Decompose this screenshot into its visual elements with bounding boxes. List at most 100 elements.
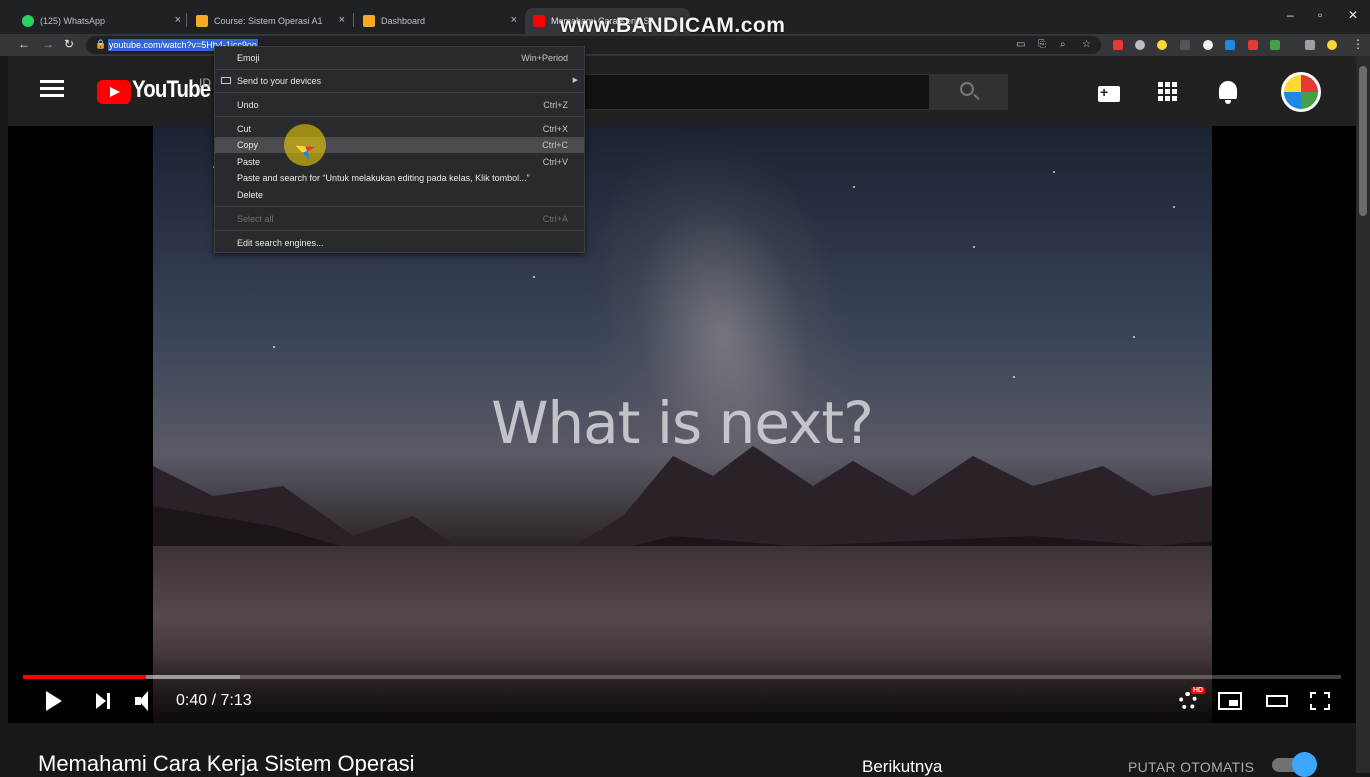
next-video-icon[interactable] <box>96 693 112 709</box>
menu-item-label: Paste <box>237 157 261 167</box>
scrollbar-thumb[interactable] <box>1359 66 1367 216</box>
menu-item-shortcut: Ctrl+X <box>542 124 568 134</box>
tab-title: (125) WhatsApp <box>40 16 106 26</box>
moodle-icon <box>363 15 375 27</box>
video-player[interactable]: What is next? 0:40 / 7:13 HD <box>8 126 1356 723</box>
time-display: 0:40 / 7:13 <box>176 692 252 709</box>
notifications-bell-icon[interactable] <box>1219 81 1237 104</box>
profile-icon[interactable] <box>1327 40 1337 50</box>
browser-toolbar: ← → ↻ 🔒 youtube.com/watch?v=5Hb4-1jcc9oo… <box>0 34 1370 56</box>
menu-item-send-to-devices[interactable]: Send to your devices ▶ <box>215 73 584 89</box>
menu-item-cut[interactable]: Cut Ctrl+X <box>215 121 584 137</box>
search-icon <box>960 82 974 96</box>
page-scrollbar[interactable] <box>1356 56 1370 773</box>
miniplayer-icon[interactable] <box>1218 692 1242 710</box>
extension-icon[interactable] <box>1180 40 1190 50</box>
bookmark-star-icon[interactable]: ☆ <box>1082 39 1091 50</box>
submenu-arrow-icon: ▶ <box>572 77 578 84</box>
up-next-label: Berikutnya <box>862 757 943 776</box>
tab-title: Dashboard <box>381 16 426 26</box>
reading-list-icon[interactable] <box>1305 40 1315 50</box>
settings-gear-icon[interactable] <box>1179 692 1197 710</box>
moodle-icon <box>196 15 208 27</box>
country-code: ID <box>199 76 211 90</box>
play-icon[interactable] <box>46 691 62 711</box>
autoplay-toggle-knob[interactable] <box>1292 752 1317 777</box>
send-to-devices-icon <box>221 77 231 84</box>
progress-bar[interactable] <box>23 675 1341 679</box>
menu-item-undo[interactable]: Undo Ctrl+Z <box>215 97 584 113</box>
menu-item-paste-and-search[interactable]: Paste and search for “Untuk melakukan ed… <box>215 170 584 186</box>
extension-icon[interactable] <box>1113 40 1123 50</box>
close-icon[interactable]: × <box>511 14 517 26</box>
youtube-masthead: YouTube ID <box>8 56 1356 126</box>
tab-whatsapp[interactable]: (125) WhatsApp × <box>14 8 189 34</box>
restore-button[interactable]: ▫ <box>1318 8 1322 22</box>
whatsapp-icon <box>22 15 34 27</box>
controls-gradient <box>8 656 1356 723</box>
extension-icon[interactable] <box>1157 40 1167 50</box>
fullscreen-icon[interactable] <box>1310 692 1330 710</box>
menu-separator <box>215 116 584 117</box>
close-icon[interactable]: × <box>339 14 345 26</box>
extension-icon[interactable] <box>1225 40 1235 50</box>
progress-played <box>23 675 147 679</box>
menu-separator <box>215 230 584 231</box>
hamburger-menu-icon[interactable] <box>40 80 64 98</box>
extension-icon[interactable] <box>1270 40 1280 50</box>
youtube-logo-icon[interactable] <box>97 80 131 104</box>
tab-dashboard[interactable]: Dashboard × <box>355 8 525 34</box>
extension-icon[interactable] <box>1135 40 1145 50</box>
hd-badge: HD <box>1191 687 1206 694</box>
close-window-button[interactable]: ✕ <box>1348 8 1358 22</box>
tab-separator <box>353 13 354 27</box>
menu-item-shortcut: Ctrl+V <box>542 157 568 167</box>
menu-kebab-icon[interactable]: ⋮ <box>1352 37 1364 51</box>
tab-title: Course: Sistem Operasi A1 <box>214 16 323 26</box>
extension-icon[interactable] <box>1203 40 1213 50</box>
video-title: Memahami Cara Kerja Sistem Operasi <box>38 751 415 776</box>
cast-icon[interactable]: ▭ <box>1016 39 1025 50</box>
menu-item-emoji[interactable]: Emoji Win+Period <box>215 50 584 66</box>
search-input[interactable] <box>580 74 930 110</box>
context-menu: Emoji Win+Period Send to your devices ▶ … <box>214 46 585 253</box>
menu-item-label: Undo <box>237 100 259 110</box>
apps-grid-icon[interactable] <box>1158 82 1178 102</box>
create-video-icon[interactable] <box>1098 84 1120 102</box>
menu-item-copy[interactable]: Copy Ctrl+C <box>215 137 584 153</box>
minimize-button[interactable]: – <box>1287 8 1294 22</box>
menu-item-select-all: Select all Ctrl+A <box>215 211 584 227</box>
avatar[interactable] <box>1281 72 1321 112</box>
menu-separator <box>215 92 584 93</box>
theater-mode-icon[interactable] <box>1266 695 1288 707</box>
back-arrow-icon[interactable]: ← <box>18 37 30 51</box>
menu-item-label: Cut <box>237 124 252 134</box>
menu-item-label: Select all <box>237 214 274 224</box>
cursor-highlight <box>284 124 326 166</box>
menu-item-label: Delete <box>237 190 264 200</box>
menu-separator <box>215 206 584 207</box>
tab-course[interactable]: Course: Sistem Operasi A1 × <box>188 8 353 34</box>
lock-icon: 🔒 <box>95 39 107 49</box>
menu-item-label: Copy <box>237 140 259 150</box>
menu-separator <box>215 69 584 70</box>
volume-icon[interactable] <box>135 691 159 711</box>
translate-icon[interactable]: ⎘ <box>1038 39 1046 50</box>
video-overlay-text: What is next? <box>491 389 874 457</box>
menu-item-label: Emoji <box>237 53 260 63</box>
menu-item-paste[interactable]: Paste Ctrl+V <box>215 154 584 170</box>
browser-tab-strip: (125) WhatsApp × Course: Sistem Operasi … <box>0 0 1370 37</box>
menu-item-shortcut: Win+Period <box>521 53 568 63</box>
extension-icon[interactable] <box>1248 40 1258 50</box>
reload-icon[interactable]: ↻ <box>64 37 74 51</box>
menu-item-delete[interactable]: Delete <box>215 187 584 203</box>
zoom-icon[interactable]: ⌕ <box>1060 39 1066 50</box>
menu-item-edit-search-engines[interactable]: Edit search engines... <box>215 235 584 251</box>
search-button[interactable] <box>930 74 1008 110</box>
menu-item-shortcut: Ctrl+C <box>542 140 568 150</box>
close-icon[interactable]: × <box>175 14 181 26</box>
menu-item-shortcut: Ctrl+A <box>542 214 568 224</box>
menu-item-label: Paste and search for “Untuk melakukan ed… <box>237 173 530 183</box>
forward-arrow-icon[interactable]: → <box>42 37 54 51</box>
menu-item-label: Send to your devices <box>237 76 322 86</box>
